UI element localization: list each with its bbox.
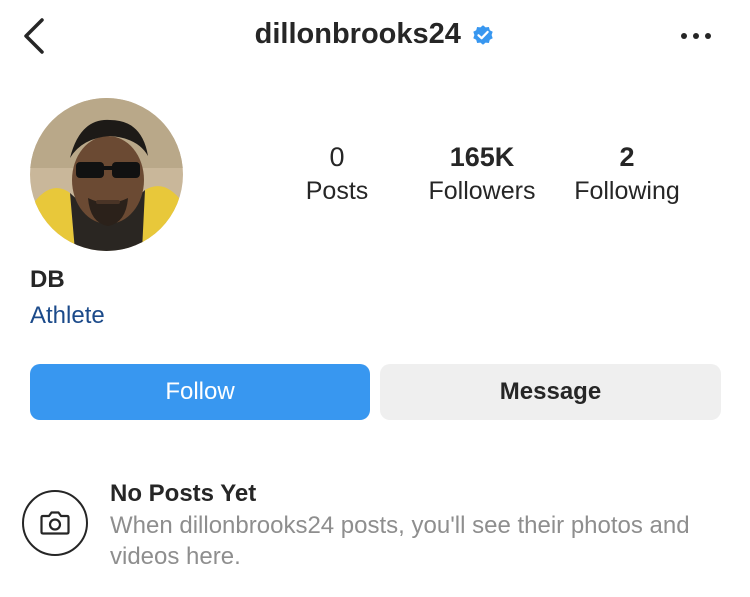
following-count: 2 (619, 142, 635, 172)
top-bar: dillonbrooks24 (0, 0, 750, 72)
empty-state-description: When dillonbrooks24 posts, you'll see th… (110, 512, 690, 570)
more-options-button[interactable] (678, 22, 714, 50)
username: dillonbrooks24 (254, 18, 461, 50)
following-stat[interactable]: 2 Following (552, 142, 702, 208)
camera-icon-circle (22, 490, 88, 556)
profile-avatar[interactable] (30, 98, 183, 251)
followers-count: 165K (449, 142, 515, 172)
posts-count: 0 (329, 142, 345, 172)
header-title: dillonbrooks24 (0, 18, 750, 51)
followers-label: Followers (428, 177, 536, 205)
posts-stat[interactable]: 0 Posts (262, 142, 412, 208)
posts-label: Posts (305, 177, 369, 205)
verified-badge-icon (473, 24, 494, 45)
followers-stat[interactable]: 165K Followers (407, 142, 557, 208)
display-name: DB (30, 266, 65, 293)
more-horizontal-icon (681, 33, 711, 39)
message-button[interactable]: Message (380, 364, 721, 420)
follow-button[interactable]: Follow (30, 364, 370, 420)
following-label: Following (574, 177, 680, 205)
empty-state-title: No Posts Yet (110, 480, 257, 507)
profile-category: Athlete (30, 302, 105, 329)
camera-icon (40, 511, 70, 535)
avatar-image (30, 98, 183, 251)
